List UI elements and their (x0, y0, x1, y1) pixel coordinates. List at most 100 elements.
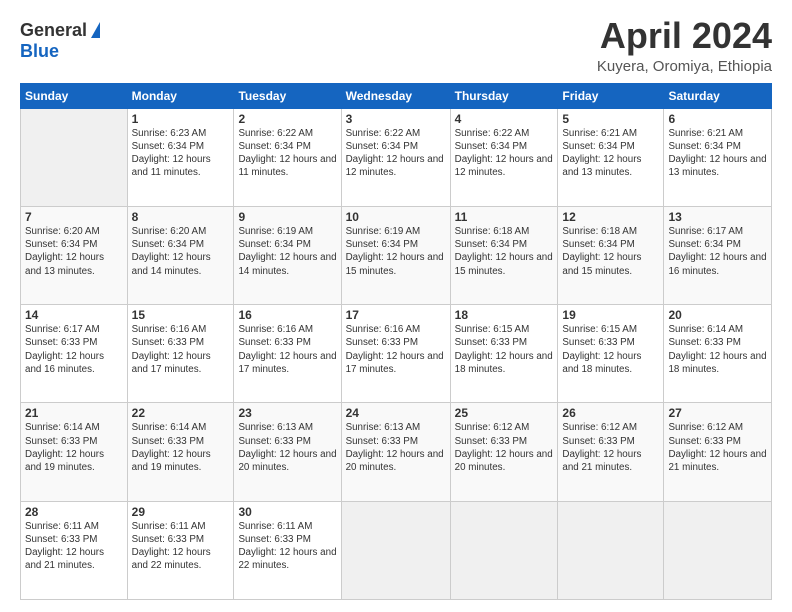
day-info: Sunrise: 6:11 AMSunset: 6:33 PMDaylight:… (238, 520, 336, 573)
day-cell: 26 Sunrise: 6:12 AMSunset: 6:33 PMDaylig… (558, 403, 664, 501)
week-row-1: 1 Sunrise: 6:23 AMSunset: 6:34 PMDayligh… (21, 108, 772, 206)
day-info: Sunrise: 6:17 AMSunset: 6:33 PMDaylight:… (25, 323, 123, 376)
logo: General Blue (20, 16, 100, 62)
day-number: 5 (562, 112, 659, 126)
day-cell: 4 Sunrise: 6:22 AMSunset: 6:34 PMDayligh… (450, 108, 558, 206)
day-info: Sunrise: 6:23 AMSunset: 6:34 PMDaylight:… (132, 127, 230, 180)
header-sunday: Sunday (21, 83, 128, 108)
day-cell: 28 Sunrise: 6:11 AMSunset: 6:33 PMDaylig… (21, 501, 128, 599)
day-number: 1 (132, 112, 230, 126)
day-number: 24 (346, 406, 446, 420)
day-info: Sunrise: 6:12 AMSunset: 6:33 PMDaylight:… (668, 421, 767, 474)
header-monday: Monday (127, 83, 234, 108)
day-info: Sunrise: 6:14 AMSunset: 6:33 PMDaylight:… (132, 421, 230, 474)
header-wednesday: Wednesday (341, 83, 450, 108)
day-number: 18 (455, 308, 554, 322)
day-number: 3 (346, 112, 446, 126)
day-cell: 5 Sunrise: 6:21 AMSunset: 6:34 PMDayligh… (558, 108, 664, 206)
day-info: Sunrise: 6:21 AMSunset: 6:34 PMDaylight:… (562, 127, 659, 180)
day-info: Sunrise: 6:14 AMSunset: 6:33 PMDaylight:… (25, 421, 123, 474)
day-number: 20 (668, 308, 767, 322)
day-number: 23 (238, 406, 336, 420)
day-cell: 23 Sunrise: 6:13 AMSunset: 6:33 PMDaylig… (234, 403, 341, 501)
day-number: 21 (25, 406, 123, 420)
day-cell: 27 Sunrise: 6:12 AMSunset: 6:33 PMDaylig… (664, 403, 772, 501)
day-cell: 3 Sunrise: 6:22 AMSunset: 6:34 PMDayligh… (341, 108, 450, 206)
day-info: Sunrise: 6:22 AMSunset: 6:34 PMDaylight:… (238, 127, 336, 180)
day-number: 6 (668, 112, 767, 126)
day-number: 22 (132, 406, 230, 420)
header: General Blue April 2024 Kuyera, Oromiya,… (20, 16, 772, 75)
day-number: 27 (668, 406, 767, 420)
day-cell: 19 Sunrise: 6:15 AMSunset: 6:33 PMDaylig… (558, 305, 664, 403)
week-row-4: 21 Sunrise: 6:14 AMSunset: 6:33 PMDaylig… (21, 403, 772, 501)
day-info: Sunrise: 6:15 AMSunset: 6:33 PMDaylight:… (562, 323, 659, 376)
day-cell: 2 Sunrise: 6:22 AMSunset: 6:34 PMDayligh… (234, 108, 341, 206)
day-number: 13 (668, 210, 767, 224)
calendar-table: Sunday Monday Tuesday Wednesday Thursday… (20, 83, 772, 600)
day-number: 11 (455, 210, 554, 224)
day-cell: 22 Sunrise: 6:14 AMSunset: 6:33 PMDaylig… (127, 403, 234, 501)
day-cell (558, 501, 664, 599)
day-cell (341, 501, 450, 599)
day-cell: 17 Sunrise: 6:16 AMSunset: 6:33 PMDaylig… (341, 305, 450, 403)
day-info: Sunrise: 6:12 AMSunset: 6:33 PMDaylight:… (455, 421, 554, 474)
day-cell: 29 Sunrise: 6:11 AMSunset: 6:33 PMDaylig… (127, 501, 234, 599)
header-friday: Friday (558, 83, 664, 108)
header-saturday: Saturday (664, 83, 772, 108)
day-info: Sunrise: 6:20 AMSunset: 6:34 PMDaylight:… (25, 225, 123, 278)
page: General Blue April 2024 Kuyera, Oromiya,… (0, 0, 792, 612)
header-thursday: Thursday (450, 83, 558, 108)
day-cell: 15 Sunrise: 6:16 AMSunset: 6:33 PMDaylig… (127, 305, 234, 403)
logo-triangle-icon (91, 22, 100, 38)
day-info: Sunrise: 6:22 AMSunset: 6:34 PMDaylight:… (346, 127, 446, 180)
day-number: 4 (455, 112, 554, 126)
logo-general-text: General (20, 20, 87, 41)
day-number: 19 (562, 308, 659, 322)
header-tuesday: Tuesday (234, 83, 341, 108)
day-info: Sunrise: 6:15 AMSunset: 6:33 PMDaylight:… (455, 323, 554, 376)
day-number: 2 (238, 112, 336, 126)
day-cell: 1 Sunrise: 6:23 AMSunset: 6:34 PMDayligh… (127, 108, 234, 206)
day-info: Sunrise: 6:19 AMSunset: 6:34 PMDaylight:… (346, 225, 446, 278)
day-cell: 25 Sunrise: 6:12 AMSunset: 6:33 PMDaylig… (450, 403, 558, 501)
day-info: Sunrise: 6:11 AMSunset: 6:33 PMDaylight:… (25, 520, 123, 573)
day-info: Sunrise: 6:18 AMSunset: 6:34 PMDaylight:… (562, 225, 659, 278)
day-cell: 20 Sunrise: 6:14 AMSunset: 6:33 PMDaylig… (664, 305, 772, 403)
logo-blue-text: Blue (20, 41, 59, 62)
day-info: Sunrise: 6:11 AMSunset: 6:33 PMDaylight:… (132, 520, 230, 573)
calendar-subtitle: Kuyera, Oromiya, Ethiopia (597, 58, 772, 75)
day-cell (450, 501, 558, 599)
day-cell: 14 Sunrise: 6:17 AMSunset: 6:33 PMDaylig… (21, 305, 128, 403)
day-number: 26 (562, 406, 659, 420)
day-cell (664, 501, 772, 599)
day-number: 28 (25, 505, 123, 519)
day-number: 12 (562, 210, 659, 224)
day-info: Sunrise: 6:20 AMSunset: 6:34 PMDaylight:… (132, 225, 230, 278)
day-info: Sunrise: 6:19 AMSunset: 6:34 PMDaylight:… (238, 225, 336, 278)
day-info: Sunrise: 6:17 AMSunset: 6:34 PMDaylight:… (668, 225, 767, 278)
day-cell: 9 Sunrise: 6:19 AMSunset: 6:34 PMDayligh… (234, 206, 341, 304)
day-cell: 16 Sunrise: 6:16 AMSunset: 6:33 PMDaylig… (234, 305, 341, 403)
day-cell: 18 Sunrise: 6:15 AMSunset: 6:33 PMDaylig… (450, 305, 558, 403)
day-info: Sunrise: 6:22 AMSunset: 6:34 PMDaylight:… (455, 127, 554, 180)
day-cell: 24 Sunrise: 6:13 AMSunset: 6:33 PMDaylig… (341, 403, 450, 501)
day-number: 16 (238, 308, 336, 322)
week-row-5: 28 Sunrise: 6:11 AMSunset: 6:33 PMDaylig… (21, 501, 772, 599)
week-row-2: 7 Sunrise: 6:20 AMSunset: 6:34 PMDayligh… (21, 206, 772, 304)
day-cell: 8 Sunrise: 6:20 AMSunset: 6:34 PMDayligh… (127, 206, 234, 304)
day-info: Sunrise: 6:16 AMSunset: 6:33 PMDaylight:… (346, 323, 446, 376)
day-cell: 11 Sunrise: 6:18 AMSunset: 6:34 PMDaylig… (450, 206, 558, 304)
day-cell: 13 Sunrise: 6:17 AMSunset: 6:34 PMDaylig… (664, 206, 772, 304)
day-number: 9 (238, 210, 336, 224)
day-cell: 30 Sunrise: 6:11 AMSunset: 6:33 PMDaylig… (234, 501, 341, 599)
week-row-3: 14 Sunrise: 6:17 AMSunset: 6:33 PMDaylig… (21, 305, 772, 403)
day-cell (21, 108, 128, 206)
day-number: 8 (132, 210, 230, 224)
day-number: 30 (238, 505, 336, 519)
calendar-title: April 2024 (597, 16, 772, 56)
day-number: 7 (25, 210, 123, 224)
day-number: 14 (25, 308, 123, 322)
day-cell: 6 Sunrise: 6:21 AMSunset: 6:34 PMDayligh… (664, 108, 772, 206)
day-number: 25 (455, 406, 554, 420)
